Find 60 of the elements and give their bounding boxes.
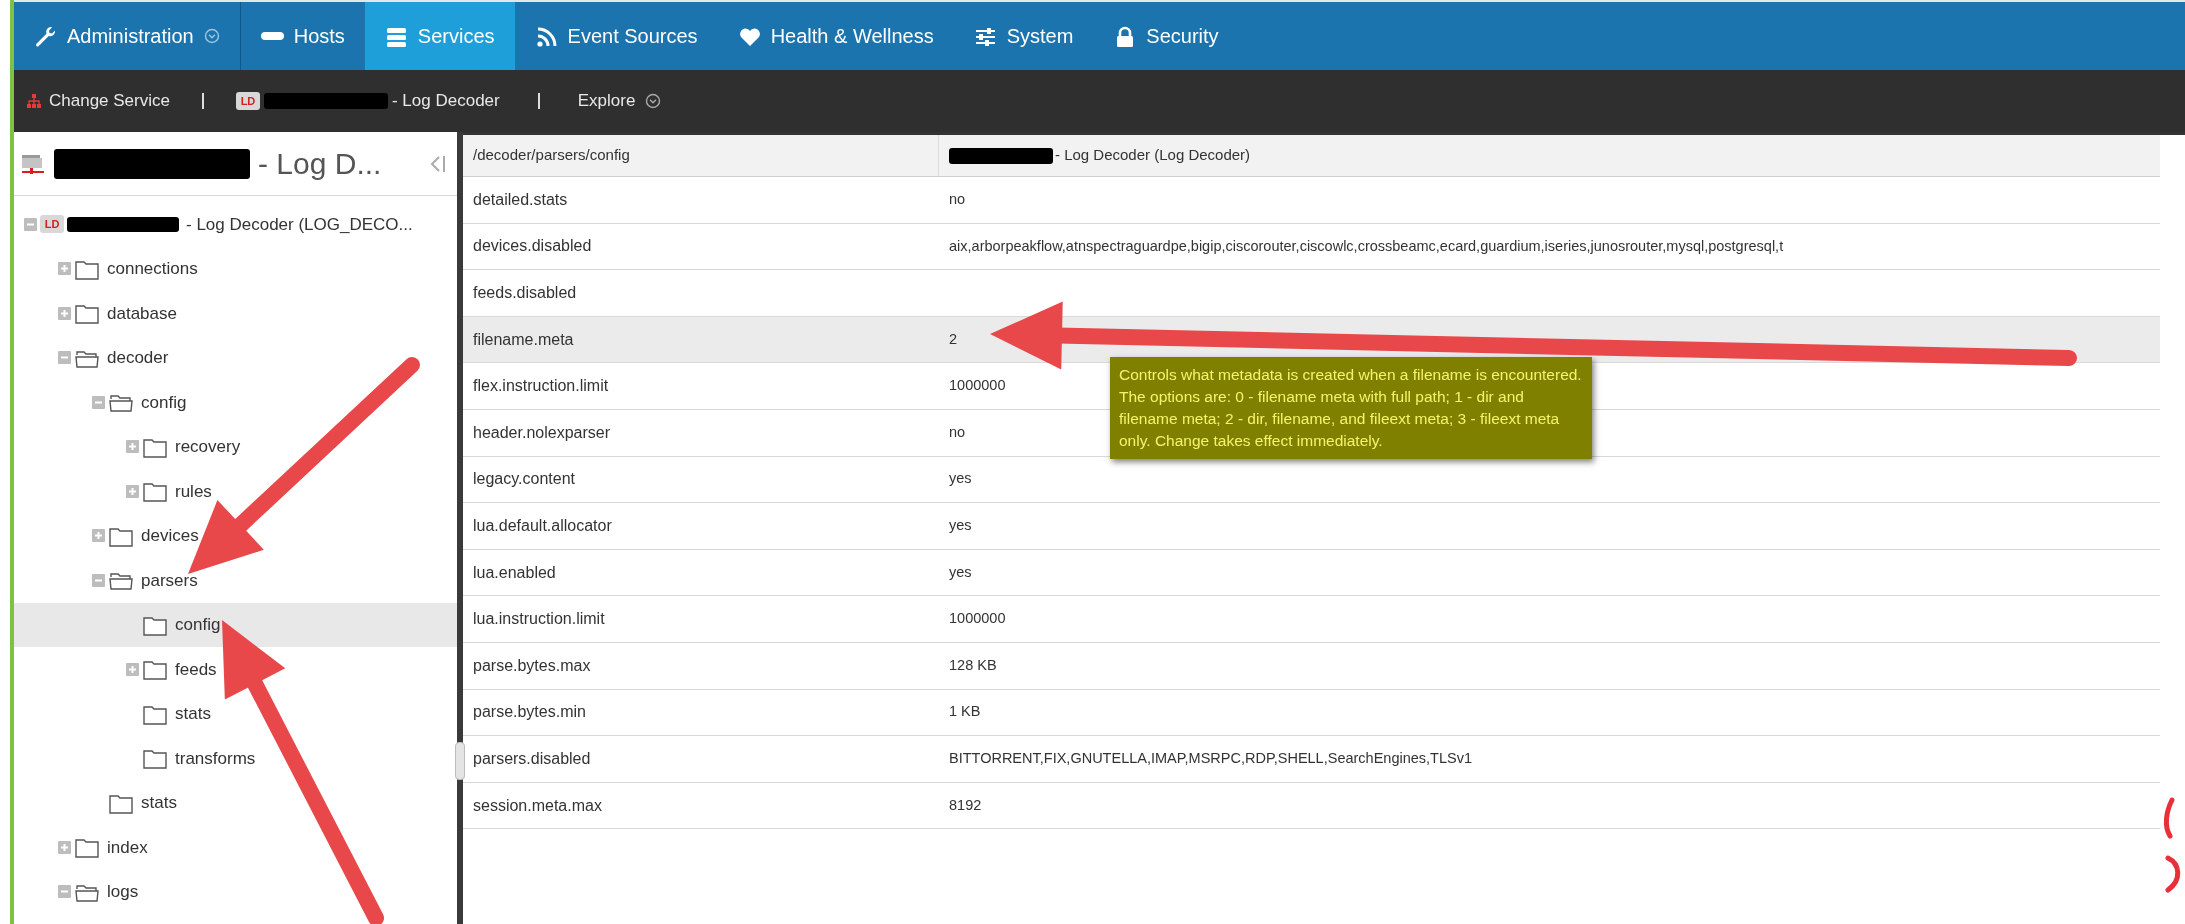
- collapse-toggle-icon[interactable]: [92, 395, 105, 409]
- table-cell-text: 1000000: [949, 609, 1006, 629]
- expand-toggle-icon[interactable]: [92, 529, 105, 543]
- table-cell-text: lua.default.allocator: [473, 515, 612, 536]
- table-cell-text: feeds.disabled: [473, 283, 577, 303]
- server-icon: [260, 32, 284, 40]
- ld-badge: LD: [235, 92, 260, 110]
- table-cell-text: yes: [949, 516, 972, 536]
- table-cell-text: lua.instruction.limit: [473, 609, 605, 630]
- change-service-button[interactable]: Change Service: [26, 88, 170, 114]
- table-cell-text: parse.bytes.min: [473, 702, 586, 723]
- table-cell-text: flex.instruction.limit: [473, 376, 609, 397]
- expand-toggle-icon[interactable]: [126, 662, 139, 676]
- table-cell-text: parse.bytes.max: [473, 655, 591, 676]
- table-cell-text: no: [949, 422, 966, 442]
- column-header: - Log Decoder (Log Decoder): [939, 135, 2160, 176]
- explore-menu[interactable]: Explore: [577, 88, 662, 114]
- table-cell-text: parsers.disabled: [473, 748, 591, 769]
- folder-icon: [74, 302, 100, 325]
- tree-item[interactable]: config: [14, 602, 457, 647]
- folder-icon: [142, 747, 168, 770]
- table-cell-text: 1000000: [949, 376, 1006, 396]
- table-cell-text: legacy.content: [473, 469, 575, 490]
- table-cell-text: devices.disabled: [473, 236, 592, 257]
- ld-badge: LD: [40, 215, 64, 234]
- folder-icon: [142, 480, 168, 503]
- expand-toggle-icon[interactable]: [58, 262, 71, 276]
- service-link[interactable]: LD - Log Decoder: [235, 88, 500, 114]
- table-cell-text: detailed.stats: [473, 189, 568, 210]
- table-cell-text: no: [949, 189, 966, 209]
- table-cell-text: yes: [949, 469, 972, 489]
- expand-toggle-icon[interactable]: [58, 306, 71, 320]
- table-cell-text: aix,arborpeakflow,atnspectraguardpe,bigip,ciscorouter,ciscowlc,crossbeamc,ecard,guardium,iseries,junosrouter,mysql,postgresql,t: [949, 236, 1784, 256]
- folder-icon: [74, 836, 100, 859]
- table-cell-text: session.meta.max: [473, 795, 602, 816]
- table-cell-text: 1 KB: [949, 702, 981, 722]
- collapse-toggle-icon[interactable]: [92, 573, 105, 587]
- expand-toggle-icon[interactable]: [58, 840, 71, 854]
- table-cell-text: 8192: [949, 795, 982, 815]
- table-cell-text: yes: [949, 562, 972, 582]
- table-cell-text: lua.enabled: [473, 562, 556, 583]
- expand-toggle-icon[interactable]: [126, 484, 139, 498]
- collapse-toggle-icon[interactable]: [58, 351, 71, 365]
- table-cell-text: BITTORRENT,FIX,GNUTELLA,IMAP,MSRPC,RDP,SHELL,SearchEngines,TLSv1: [949, 749, 1472, 769]
- splitter-handle[interactable]: [455, 742, 465, 780]
- dropdown-chevron-icon: [645, 93, 662, 109]
- column-header: /decoder/parsers/config: [463, 135, 939, 176]
- table-cell-text: filename.meta: [473, 329, 574, 350]
- wrench-icon: [34, 24, 57, 48]
- expand-toggle-icon[interactable]: [126, 440, 139, 454]
- table-cell-text: 2: [949, 329, 958, 349]
- network-tree-icon: [26, 93, 42, 109]
- collapse-toggle-icon[interactable]: [58, 885, 71, 899]
- collapse-toggle-icon[interactable]: [24, 217, 37, 231]
- sidebar-title: - Log D...: [258, 146, 383, 182]
- folder-icon: [142, 658, 168, 681]
- table-cell-text: 128 KB: [949, 655, 997, 675]
- splitter[interactable]: [457, 132, 463, 924]
- tooltip: Controls what metadata is created when a filename is encountered. The options are: 0 - filename meta with full path; 1 - dir and filename meta; 2 - dir, filename, and fileext meta; 3 - fileext meta only. Change takes effect immediately.: [1110, 357, 1592, 459]
- table-cell-text: header.nolexparser: [473, 422, 610, 443]
